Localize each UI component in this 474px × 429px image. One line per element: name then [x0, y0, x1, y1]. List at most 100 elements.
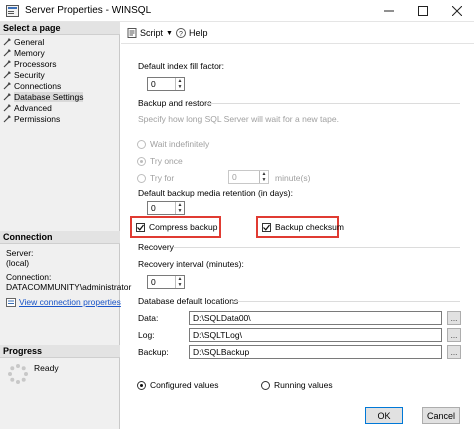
data-path-input[interactable]: D:\SQLData00\	[189, 311, 442, 325]
recovery-title: Recovery	[138, 242, 174, 252]
connection-header: Connection	[0, 231, 120, 244]
script-button[interactable]: Script ▼	[127, 28, 173, 38]
ok-button[interactable]: OK	[365, 407, 403, 424]
fill-factor-spinner[interactable]: 0 ▲ ▼	[147, 77, 185, 91]
minimize-icon	[384, 10, 394, 12]
wait-indefinitely-option[interactable]: Wait indefinitely	[137, 139, 209, 149]
title-bar: Server Properties - WINSQL	[0, 0, 474, 22]
page-label: Memory	[14, 47, 45, 58]
page-label: Security	[14, 69, 45, 80]
retention-label: Default backup media retention (in days)…	[138, 188, 293, 198]
help-button[interactable]: ? Help	[176, 28, 208, 38]
cancel-button[interactable]: Cancel	[422, 407, 460, 424]
running-values-option[interactable]: Running values	[261, 380, 333, 390]
window-title: Server Properties - WINSQL	[25, 5, 152, 16]
page-label: Advanced	[14, 102, 52, 113]
configured-values-option[interactable]: Configured values	[137, 380, 219, 390]
minimize-button[interactable]	[372, 0, 406, 22]
compress-backup-option[interactable]: Compress backup	[136, 222, 218, 232]
progress-header: Progress	[0, 345, 120, 358]
radio-icon[interactable]	[137, 380, 146, 390]
properties-icon	[6, 297, 16, 307]
wrench-icon	[3, 114, 11, 122]
fill-factor-value: 0	[151, 79, 156, 89]
page-connections[interactable]: Connections	[3, 80, 61, 91]
recovery-interval-value: 0	[151, 277, 156, 287]
spinner-arrows-icon[interactable]: ▲ ▼	[175, 78, 184, 90]
try-for-option[interactable]: Try for	[137, 173, 174, 183]
page-memory[interactable]: Memory	[3, 47, 45, 58]
page-advanced[interactable]: Advanced	[3, 102, 52, 113]
progress-spinner-icon	[8, 364, 28, 384]
wrench-icon	[3, 81, 11, 89]
wrench-icon	[3, 70, 11, 78]
minutes-label: minute(s)	[275, 173, 311, 183]
close-button[interactable]	[440, 0, 474, 22]
page-permissions[interactable]: Permissions	[3, 113, 60, 124]
backup-path-label: Backup:	[138, 347, 169, 357]
backup-browse-button[interactable]: ...	[447, 345, 461, 359]
page-label: General	[14, 36, 45, 47]
view-connection-link[interactable]: View connection properties	[19, 297, 121, 307]
close-icon	[452, 6, 462, 16]
radio-icon[interactable]	[137, 173, 146, 183]
wrench-icon	[3, 37, 11, 45]
backup-restore-title: Backup and restore	[138, 98, 212, 108]
configured-values-label: Configured values	[150, 380, 219, 390]
page-label: Permissions	[14, 113, 61, 124]
toolbar	[121, 22, 474, 44]
chevron-down-icon[interactable]: ▼	[166, 30, 173, 37]
spinner-arrows-icon[interactable]: ▲ ▼	[259, 171, 268, 183]
recovery-interval-label: Recovery interval (minutes):	[138, 259, 244, 269]
data-label: Data:	[138, 313, 159, 323]
select-page-header: Select a page	[0, 22, 120, 35]
backup-restore-hint: Specify how long SQL Server will wait fo…	[138, 114, 339, 124]
retention-value: 0	[151, 203, 156, 213]
checkbox-checked-icon[interactable]	[136, 222, 145, 232]
running-values-label: Running values	[274, 380, 333, 390]
log-label: Log:	[138, 330, 155, 340]
try-once-label: Try once	[150, 156, 183, 166]
script-icon	[127, 28, 137, 38]
backup-path-input[interactable]: D:\SQLBackup	[189, 345, 442, 359]
log-browse-button[interactable]: ...	[447, 328, 461, 342]
page-processors[interactable]: Processors	[3, 58, 57, 69]
help-icon: ?	[176, 28, 186, 38]
checkbox-checked-icon[interactable]	[262, 222, 271, 232]
view-connection-properties[interactable]: View connection properties	[6, 297, 121, 307]
wrench-icon	[3, 92, 11, 100]
maximize-icon	[418, 6, 428, 16]
radio-icon[interactable]	[137, 139, 146, 149]
progress-status: Ready	[34, 363, 59, 373]
log-path-input[interactable]: D:\SQLTLog\	[189, 328, 442, 342]
try-for-spinner[interactable]: 0 ▲ ▼	[228, 170, 269, 184]
section-divider	[174, 247, 460, 248]
fill-factor-label: Default index fill factor:	[138, 61, 224, 71]
spinner-arrows-icon[interactable]: ▲ ▼	[175, 202, 184, 214]
recovery-interval-spinner[interactable]: 0 ▲ ▼	[147, 275, 185, 289]
connection-value: DATACOMMUNITY\administrator	[6, 282, 132, 292]
try-once-option[interactable]: Try once	[137, 156, 183, 166]
spinner-arrows-icon[interactable]: ▲ ▼	[175, 276, 184, 288]
svg-text:?: ?	[179, 31, 183, 38]
radio-icon[interactable]	[137, 156, 146, 166]
wrench-icon	[3, 48, 11, 56]
try-for-value: 0	[232, 172, 237, 182]
page-general[interactable]: General	[3, 36, 44, 47]
retention-spinner[interactable]: 0 ▲ ▼	[147, 201, 185, 215]
page-label: Processors	[14, 58, 57, 69]
help-label: Help	[189, 28, 208, 38]
wrench-icon	[3, 103, 11, 111]
radio-icon[interactable]	[261, 380, 270, 390]
try-for-label: Try for	[150, 173, 175, 183]
script-label: Script	[140, 28, 164, 38]
section-divider	[232, 301, 460, 302]
page-security[interactable]: Security	[3, 69, 45, 80]
wrench-icon	[3, 59, 11, 67]
data-browse-button[interactable]: ...	[447, 311, 461, 325]
maximize-button[interactable]	[406, 0, 440, 22]
backup-checksum-option[interactable]: Backup checksum	[262, 222, 344, 232]
page-label: Database Settings	[14, 91, 84, 102]
page-database-settings[interactable]: Database Settings	[3, 91, 84, 102]
section-divider	[206, 103, 460, 104]
